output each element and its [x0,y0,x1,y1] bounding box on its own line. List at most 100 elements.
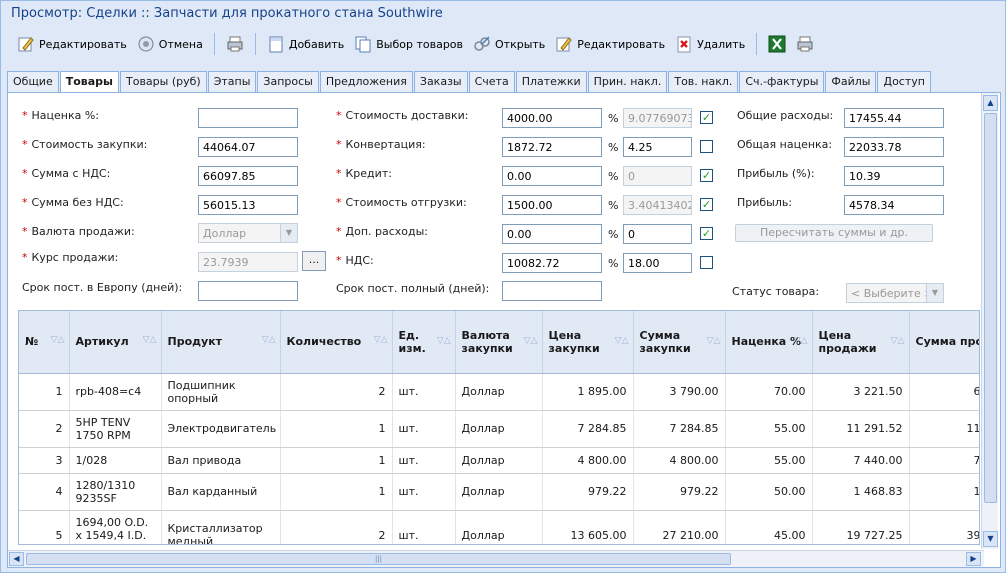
table-row[interactable]: 1 rpb-408=c4 Подшипник опорный 2 шт. Дол… [19,373,979,411]
open-button[interactable]: Открыть [469,31,549,57]
vat-pct-field[interactable]: 18.00 [623,253,692,273]
vat-checkbox[interactable] [700,256,713,269]
tab-goods-waybills[interactable]: Тов. накл. [668,71,739,92]
sort-icon: ▽△ [373,335,388,345]
column-header-markup[interactable]: Наценка % ▽△ [725,311,813,374]
scroll-left-icon[interactable]: ◀ [9,552,24,566]
delete-icon [677,36,691,53]
profit-field[interactable]: 4578.34 [844,195,944,215]
cell-markup: 45.00 [725,510,813,544]
markup-pct-field[interactable] [198,108,298,128]
tab-invoices[interactable]: Счета [468,71,515,92]
export-excel-button[interactable] [764,31,790,57]
cell-sum: 27 210.00 [633,510,726,544]
scroll-up-icon[interactable]: ▲ [983,95,998,111]
print-button[interactable] [222,31,248,57]
profit-pct-field[interactable]: 10.39 [844,166,944,186]
delivery-cost-field[interactable]: 4000.00 [502,108,602,128]
tab-received-waybills[interactable]: Прин. накл. [587,71,668,92]
cell-unit: шт. [392,447,456,474]
print-table-button[interactable] [792,31,818,57]
credit-field[interactable]: 0.00 [502,166,602,186]
scroll-down-icon[interactable]: ▼ [983,531,998,547]
vertical-scroll-thumb[interactable] [984,113,997,503]
column-header-article[interactable]: Артикул ▽△ [69,311,162,374]
sale-currency-select[interactable]: Доллар ▼ [198,223,298,243]
tab-payments[interactable]: Платежки [515,71,587,92]
vat-label: * НДС: [336,254,374,267]
delete-button[interactable]: Удалить [671,31,749,57]
copy-documents-icon [355,36,371,53]
cell-price: 7 284.85 [542,410,634,448]
total-costs-field[interactable]: 17455.44 [844,108,944,128]
column-header-purchase-sum[interactable]: Сумма закупки ▽△ [633,311,726,374]
scroll-right-icon[interactable]: ▶ [966,552,981,566]
tab-stages[interactable]: Этапы [207,71,257,92]
recalculate-button[interactable]: Пересчитать суммы и др. [735,224,933,242]
column-header-sale-price[interactable]: Цена продажи ▽△ [812,311,910,374]
toolbar-separator [756,33,758,55]
cell-number: 2 [19,410,70,448]
sum-without-vat-field[interactable]: 56015.13 [198,195,298,215]
credit-pct-field[interactable]: 0 [623,166,692,186]
column-header-purchase-price[interactable]: Цена закупки ▽△ [542,311,634,374]
table-row[interactable]: 4 1280/1310 9235SF Вал карданный 1 шт. Д… [19,473,979,511]
tab-vat-invoices[interactable]: Сч.-фактуры [739,71,825,92]
tab-requests[interactable]: Запросы [257,71,319,92]
cell-sum: 979.22 [633,473,726,511]
goods-status-select[interactable]: < Выберите > ▼ [846,283,944,303]
delivery-checkbox[interactable]: ✓ [700,111,713,124]
conversion-pct-field[interactable]: 4.25 [623,137,692,157]
tab-access[interactable]: Доступ [877,71,931,92]
shipping-cost-field[interactable]: 1500.00 [502,195,602,215]
column-header-product[interactable]: Продукт ▽△ [161,311,281,374]
vertical-scrollbar[interactable]: ▲ ▼ [981,93,998,549]
select-goods-button[interactable]: Выбор товаров [350,31,467,57]
horizontal-scrollbar[interactable]: ◀ ||| ▶ [8,550,984,567]
table-row[interactable]: 5 1694,00 O.D. x 1549,4 I.D. x 9 Кристал… [19,510,979,544]
sale-rate-picker-button[interactable]: ... [302,251,326,271]
shipping-pct-field[interactable]: 3.40413402 [623,195,692,215]
table-row[interactable]: 3 1/028 Вал привода 1 шт. Доллар 4 800.0… [19,447,979,474]
tab-general[interactable]: Общие [7,71,59,92]
cell-currency: Доллар [455,510,543,544]
column-header-number[interactable]: № ▽△ [19,311,70,374]
purchase-cost-field[interactable]: 44064.07 [198,137,298,157]
conversion-checkbox[interactable] [700,140,713,153]
europe-days-field[interactable] [198,281,298,301]
column-header-quantity[interactable]: Количество ▽△ [280,311,393,374]
table-row[interactable]: 2 5HP TENV 1750 RPM Электродвигатель 1 ш… [19,410,979,448]
profit-pct-label: Прибыль (%): [737,167,815,180]
extra-costs-field[interactable]: 0.00 [502,224,602,244]
sum-with-vat-field[interactable]: 66097.85 [198,166,298,186]
edit-deal-button[interactable]: Редактировать [13,31,131,57]
tab-goods[interactable]: Товары [59,71,119,93]
tab-goods-rub[interactable]: Товары (руб) [120,71,207,92]
column-header-unit[interactable]: Ед. изм. ▽△ [392,311,456,374]
cell-product: Электродвигатель [161,410,281,448]
extra-costs-pct-field[interactable]: 0 [623,224,692,244]
tab-orders[interactable]: Заказы [413,71,468,92]
cell-sale-sum: 11 291.52 [909,410,979,448]
tab-offers[interactable]: Предложения [319,71,413,92]
column-header-sale-sum[interactable]: Сумма продажи [909,311,979,374]
vat-field[interactable]: 10082.72 [502,253,602,273]
cancel-button[interactable]: Отмена [133,31,207,57]
cell-sale-sum: 6 443.00 [909,373,979,411]
delivery-pct-field[interactable]: 9.07769073 [623,108,692,128]
column-header-purchase-currency[interactable]: Валюта закупки ▽△ [455,311,543,374]
horizontal-scroll-thumb[interactable]: ||| [26,553,731,565]
sort-icon: ▽△ [436,336,451,346]
add-button[interactable]: Добавить [263,31,348,57]
tab-files[interactable]: Файлы [825,71,877,92]
shipping-checkbox[interactable]: ✓ [700,198,713,211]
conversion-field[interactable]: 1872.72 [502,137,602,157]
total-markup-field[interactable]: 22033.78 [844,137,944,157]
edit-item-button[interactable]: Редактировать [551,31,669,57]
cell-sale-sum: 1 468.83 [909,473,979,511]
full-days-field[interactable] [502,281,602,301]
extra-costs-checkbox[interactable]: ✓ [700,227,713,240]
credit-checkbox[interactable]: ✓ [700,169,713,182]
excel-icon [768,35,786,53]
sale-rate-field[interactable]: 23.7939 [198,252,298,272]
